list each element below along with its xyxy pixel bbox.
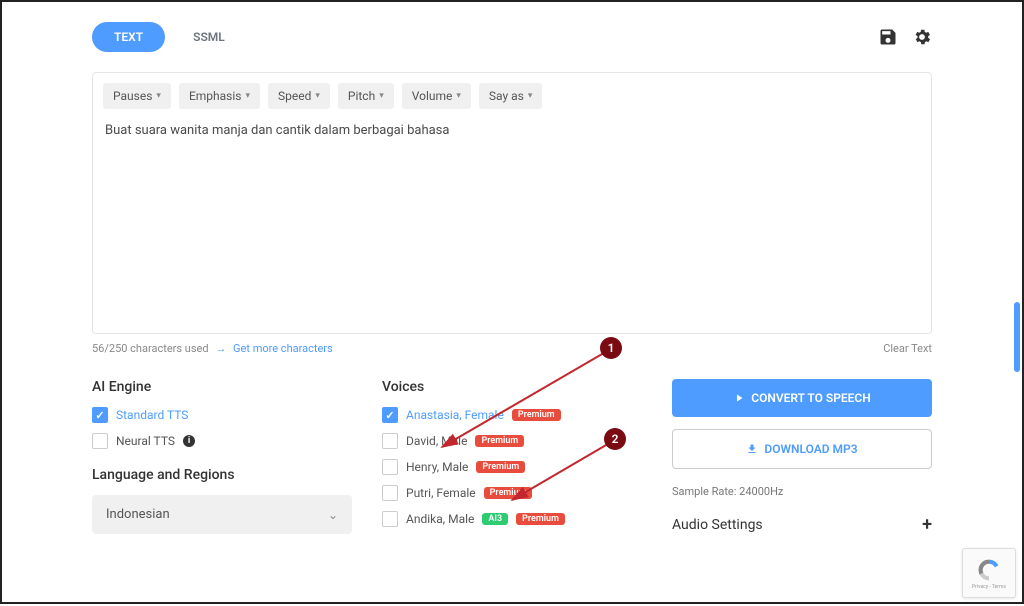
emphasis-dropdown[interactable]: Emphasis bbox=[179, 83, 260, 109]
voices-column: Voices Anastasia, FemalePremiumDavid, Ma… bbox=[382, 379, 642, 537]
info-icon[interactable]: i bbox=[183, 435, 195, 447]
voice-row: David, Male Premium bbox=[382, 433, 642, 449]
standard-tts-label: Standard TTS bbox=[116, 408, 188, 422]
voice-label: Putri, Female bbox=[406, 486, 476, 500]
convert-button[interactable]: CONVERT TO SPEECH bbox=[672, 379, 932, 417]
audio-settings-label: Audio Settings bbox=[672, 517, 763, 533]
play-icon bbox=[733, 392, 745, 404]
voice-checkbox[interactable] bbox=[382, 485, 398, 501]
voice-label: Henry, Male bbox=[406, 460, 468, 474]
sample-rate-text: Sample Rate: 24000Hz bbox=[672, 485, 932, 498]
language-select[interactable]: Indonesian ⌄ bbox=[92, 495, 352, 534]
neural-tts-label: Neural TTS bbox=[116, 434, 175, 448]
ai3-badge: AI3 bbox=[482, 513, 508, 525]
voice-row: Anastasia, Female Premium bbox=[382, 407, 642, 423]
speed-dropdown[interactable]: Speed bbox=[268, 83, 330, 109]
voice-label: David, Male bbox=[406, 434, 467, 448]
premium-badge: Premium bbox=[484, 487, 533, 499]
voice-label: Anastasia, Female bbox=[406, 408, 504, 422]
recaptcha-text: Privacy - Terms bbox=[972, 584, 1006, 590]
voice-row: Andika, Male AI3 Premium bbox=[382, 511, 642, 527]
pauses-dropdown[interactable]: Pauses bbox=[103, 83, 171, 109]
settings-icon[interactable] bbox=[912, 27, 932, 47]
tab-text[interactable]: TEXT bbox=[92, 22, 165, 52]
recaptcha-badge[interactable]: Privacy - Terms bbox=[962, 548, 1016, 598]
ai-engine-title: AI Engine bbox=[92, 379, 352, 395]
recaptcha-icon bbox=[976, 557, 1002, 583]
clear-text-link[interactable]: Clear Text bbox=[883, 342, 932, 355]
voice-checkbox[interactable] bbox=[382, 459, 398, 475]
text-input[interactable]: Buat suara wanita manja dan cantik dalam… bbox=[93, 109, 931, 329]
pitch-dropdown[interactable]: Pitch bbox=[338, 83, 394, 109]
input-mode-tabs: TEXT SSML bbox=[92, 22, 247, 52]
sayas-dropdown[interactable]: Say as bbox=[479, 83, 542, 109]
premium-badge: Premium bbox=[475, 435, 524, 447]
voice-checkbox[interactable] bbox=[382, 407, 398, 423]
editor-panel: Pauses Emphasis Speed Pitch Volume Say a… bbox=[92, 72, 932, 334]
language-selected: Indonesian bbox=[106, 507, 170, 522]
standard-tts-checkbox[interactable] bbox=[92, 407, 108, 423]
premium-badge: Premium bbox=[516, 513, 565, 525]
voice-label: Andika, Male bbox=[406, 512, 474, 526]
download-button[interactable]: DOWNLOAD MP3 bbox=[672, 429, 932, 469]
char-count: 56/250 characters used bbox=[92, 342, 209, 355]
volume-dropdown[interactable]: Volume bbox=[402, 83, 471, 109]
lang-title: Language and Regions bbox=[92, 467, 352, 483]
left-column: AI Engine Standard TTS Neural TTS i Lang… bbox=[92, 379, 352, 537]
get-more-link[interactable]: Get more characters bbox=[233, 342, 333, 355]
voices-title: Voices bbox=[382, 379, 642, 395]
tab-ssml[interactable]: SSML bbox=[171, 22, 247, 52]
actions-column: CONVERT TO SPEECH DOWNLOAD MP3 Sample Ra… bbox=[672, 379, 932, 537]
voice-row: Putri, Female Premium bbox=[382, 485, 642, 501]
scrollbar-thumb[interactable] bbox=[1014, 302, 1020, 372]
voice-checkbox[interactable] bbox=[382, 511, 398, 527]
chevron-down-icon: ⌄ bbox=[328, 508, 338, 522]
voice-checkbox[interactable] bbox=[382, 433, 398, 449]
premium-badge: Premium bbox=[512, 409, 561, 421]
premium-badge: Premium bbox=[476, 461, 525, 473]
download-icon bbox=[746, 443, 758, 455]
neural-tts-checkbox[interactable] bbox=[92, 433, 108, 449]
save-icon[interactable] bbox=[878, 27, 898, 47]
expand-audio-settings[interactable]: + bbox=[922, 514, 932, 535]
voice-row: Henry, Male Premium bbox=[382, 459, 642, 475]
